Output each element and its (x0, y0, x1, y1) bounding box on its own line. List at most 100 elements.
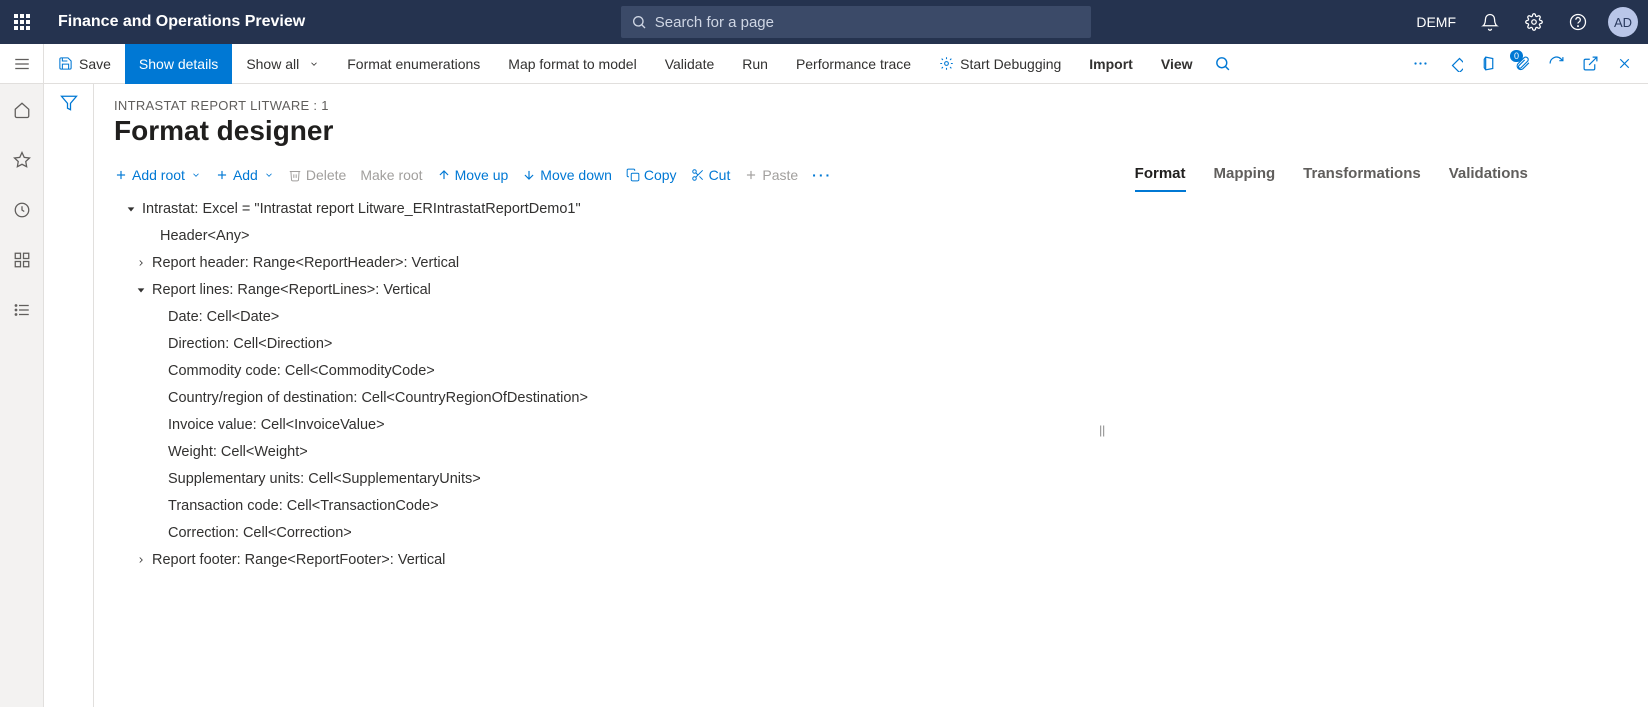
import-button[interactable]: Import (1075, 44, 1147, 84)
make-root-button[interactable]: Make root (360, 167, 422, 183)
run-button[interactable]: Run (728, 44, 782, 84)
save-button[interactable]: Save (44, 44, 125, 84)
tree-node-cell[interactable]: Direction: Cell<Direction> (114, 330, 1081, 357)
save-icon (58, 56, 73, 71)
add-button[interactable]: Add (215, 167, 274, 183)
paste-label: Paste (762, 167, 798, 183)
tree-node-report-lines[interactable]: Report lines: Range<ReportLines>: Vertic… (114, 276, 1081, 303)
format-tree: Intrastat: Excel = "Intrastat report Lit… (114, 195, 1081, 573)
tree-node-cell[interactable]: Commodity code: Cell<CommodityCode> (114, 357, 1081, 384)
refresh-button[interactable] (1540, 44, 1572, 84)
tree-node-cell[interactable]: Date: Cell<Date> (114, 303, 1081, 330)
start-debug-label: Start Debugging (960, 56, 1061, 72)
refresh-icon (1548, 55, 1565, 72)
view-button[interactable]: View (1147, 44, 1207, 84)
tab-validations[interactable]: Validations (1449, 161, 1528, 192)
tree-node-root[interactable]: Intrastat: Excel = "Intrastat report Lit… (114, 195, 1081, 222)
search-wrap (305, 6, 1406, 38)
tree-label: Date: Cell<Date> (168, 309, 279, 325)
plus-icon (114, 168, 128, 182)
show-details-button[interactable]: Show details (125, 44, 232, 84)
format-enum-button[interactable]: Format enumerations (333, 44, 494, 84)
app-launcher[interactable] (0, 0, 44, 44)
favorites-nav[interactable] (6, 144, 38, 176)
office-icon (1480, 55, 1497, 72)
tree-label: Transaction code: Cell<TransactionCode> (168, 498, 439, 514)
settings-button[interactable] (1514, 0, 1554, 44)
plus-icon (215, 168, 229, 182)
company-code[interactable]: DEMF (1406, 14, 1466, 30)
move-up-button[interactable]: Move up (437, 167, 509, 183)
workspaces-nav[interactable] (6, 244, 38, 276)
start-debug-button[interactable]: Start Debugging (925, 44, 1075, 84)
diamond-icon (1446, 55, 1463, 72)
star-icon (13, 151, 31, 169)
tree-node-cell[interactable]: Country/region of destination: Cell<Coun… (114, 384, 1081, 411)
office-button[interactable] (1472, 44, 1504, 84)
perf-trace-button[interactable]: Performance trace (782, 44, 925, 84)
tree-node-header[interactable]: Header<Any> (114, 222, 1081, 249)
add-root-label: Add root (132, 167, 185, 183)
overflow-button[interactable] (1404, 44, 1436, 84)
map-format-label: Map format to model (508, 56, 636, 72)
diamond-button[interactable] (1438, 44, 1470, 84)
show-all-button[interactable]: Show all (232, 44, 333, 84)
search-input[interactable] (655, 14, 1081, 31)
left-panel: Add root Add Delete Make root (94, 153, 1101, 707)
tree-label: Weight: Cell<Weight> (168, 444, 308, 460)
map-format-button[interactable]: Map format to model (494, 44, 650, 84)
validate-button[interactable]: Validate (651, 44, 729, 84)
tree-node-cell[interactable]: Correction: Cell<Correction> (114, 519, 1081, 546)
tree-node-cell[interactable]: Invoice value: Cell<InvoiceValue> (114, 411, 1081, 438)
breadcrumb: INTRASTAT REPORT LITWARE : 1 (114, 98, 1628, 113)
help-button[interactable] (1558, 0, 1598, 44)
app-title: Finance and Operations Preview (44, 13, 305, 31)
tree-node-cell[interactable]: Weight: Cell<Weight> (114, 438, 1081, 465)
nav-toggle[interactable] (0, 44, 44, 84)
caret-right-icon (136, 555, 146, 565)
move-down-button[interactable]: Move down (522, 167, 612, 183)
tree-node-report-footer[interactable]: Report footer: Range<ReportFooter>: Vert… (114, 546, 1081, 573)
action-search-button[interactable] (1207, 44, 1239, 84)
tree-label: Report header: Range<ReportHeader>: Vert… (152, 255, 459, 271)
hamburger-icon (13, 55, 31, 73)
delete-label: Delete (306, 167, 346, 183)
add-root-button[interactable]: Add root (114, 167, 201, 183)
left-rail (0, 84, 44, 707)
tree-node-cell[interactable]: Transaction code: Cell<TransactionCode> (114, 492, 1081, 519)
chevron-down-icon (191, 170, 201, 180)
tree-label: Correction: Cell<Correction> (168, 525, 352, 541)
tab-format[interactable]: Format (1135, 161, 1186, 192)
search-icon (631, 14, 647, 30)
tree-node-report-header[interactable]: Report header: Range<ReportHeader>: Vert… (114, 249, 1081, 276)
make-root-label: Make root (360, 167, 422, 183)
tab-mapping[interactable]: Mapping (1214, 161, 1276, 192)
tab-transformations[interactable]: Transformations (1303, 161, 1421, 192)
modules-nav[interactable] (6, 294, 38, 326)
delete-button[interactable]: Delete (288, 167, 346, 183)
save-label: Save (79, 56, 111, 72)
filter-button[interactable] (60, 94, 78, 707)
plus-icon (744, 168, 758, 182)
avatar[interactable]: AD (1608, 7, 1638, 37)
copy-button[interactable]: Copy (626, 167, 677, 183)
tree-node-cell[interactable]: Supplementary units: Cell<SupplementaryU… (114, 465, 1081, 492)
move-down-label: Move down (540, 167, 612, 183)
notifications-button[interactable] (1470, 0, 1510, 44)
popout-button[interactable] (1574, 44, 1606, 84)
attachments-button[interactable]: 0 (1506, 44, 1538, 84)
page-title: Format designer (114, 115, 1628, 147)
paste-button[interactable]: Paste (744, 167, 798, 183)
copy-icon (626, 168, 640, 182)
toolbar-overflow[interactable]: ··· (812, 167, 832, 183)
recent-nav[interactable] (6, 194, 38, 226)
arrow-up-icon (437, 168, 451, 182)
home-nav[interactable] (6, 94, 38, 126)
search-box[interactable] (621, 6, 1091, 38)
caret-down-icon (126, 204, 136, 214)
grid-icon (13, 251, 31, 269)
cut-button[interactable]: Cut (691, 167, 731, 183)
content-row: Add root Add Delete Make root (94, 153, 1648, 707)
tree-label: Intrastat: Excel = "Intrastat report Lit… (142, 201, 581, 217)
close-button[interactable] (1608, 44, 1640, 84)
